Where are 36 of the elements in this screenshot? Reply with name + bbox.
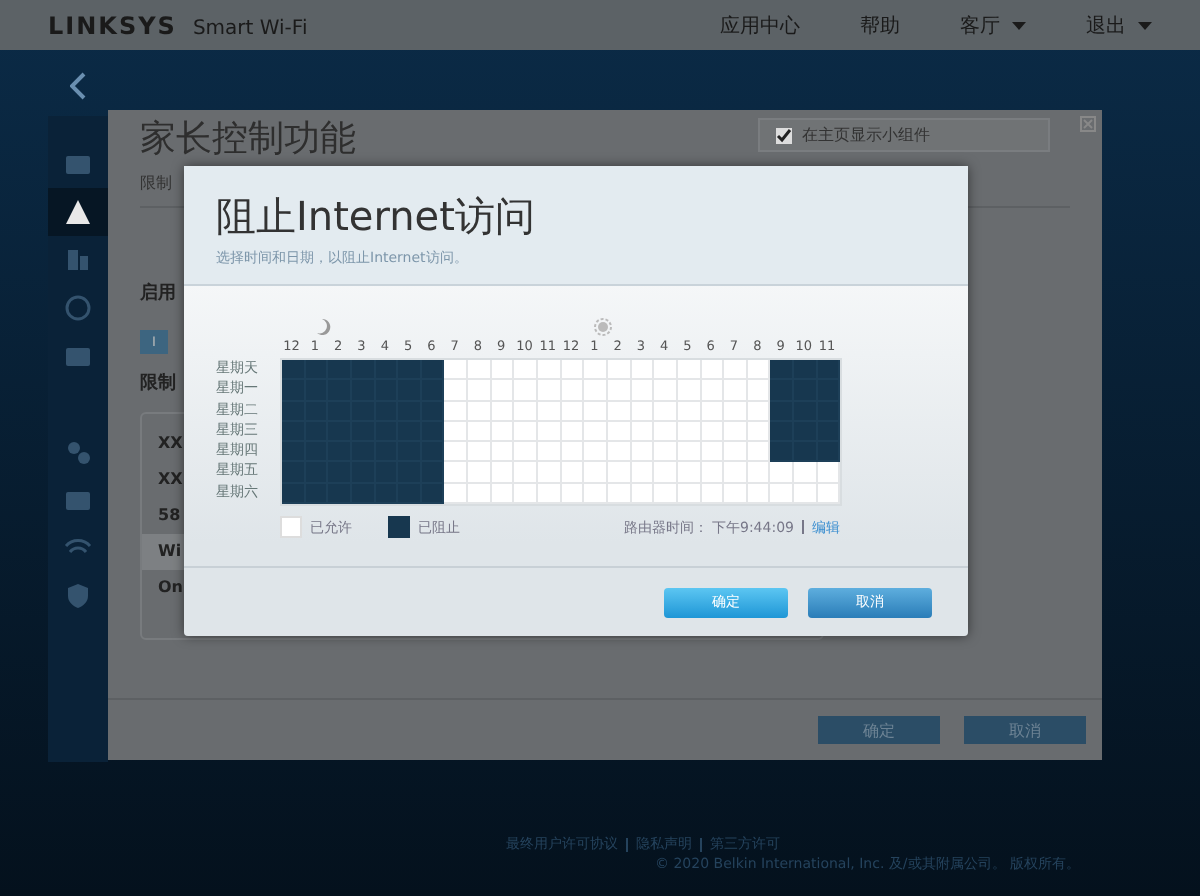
moon-icon xyxy=(316,318,332,336)
product-name: Smart Wi-Fi xyxy=(192,17,308,39)
back-icon[interactable] xyxy=(70,72,86,100)
checkbox[interactable] xyxy=(776,127,792,143)
time-slot[interactable] xyxy=(421,380,445,402)
nav-link[interactable]: 客厅 xyxy=(960,11,1000,39)
checkbox-label: 在主页显示小组件 xyxy=(802,124,930,146)
caret-icon[interactable] xyxy=(1012,21,1026,29)
sun-icon xyxy=(594,318,612,336)
dialog-subtitle: 限制 xyxy=(140,172,174,194)
section-label: 限制 xyxy=(140,371,176,396)
time-slot[interactable] xyxy=(770,442,795,463)
time-slot[interactable] xyxy=(328,483,352,505)
time-slot[interactable] xyxy=(817,442,841,463)
nav-link[interactable]: 退出 xyxy=(1086,11,1126,39)
nav-link[interactable]: 应用中心 xyxy=(720,11,800,39)
section-label: 启用 xyxy=(140,280,176,306)
time-slot[interactable] xyxy=(817,380,841,402)
time-slot[interactable] xyxy=(421,462,445,484)
dialog-title: 家长控制功能 xyxy=(140,118,356,160)
time-slot[interactable] xyxy=(282,483,306,505)
shield-icon[interactable] xyxy=(64,582,92,610)
nav-link[interactable]: 帮助 xyxy=(860,11,900,39)
close-icon[interactable] xyxy=(1080,116,1096,132)
gauge-icon[interactable] xyxy=(64,294,92,322)
warning-icon[interactable] xyxy=(64,198,92,226)
time-slot[interactable] xyxy=(421,442,445,463)
time-slot[interactable] xyxy=(817,360,841,381)
ok-button[interactable]: 确定 xyxy=(818,716,940,744)
time-slot[interactable] xyxy=(794,442,818,463)
linksys-logo: LINKSYS xyxy=(48,11,177,39)
caret-icon[interactable] xyxy=(1138,21,1152,29)
time-slot[interactable] xyxy=(421,360,445,381)
modal-title: 阻止Internet访问 xyxy=(216,190,537,244)
time-slot[interactable] xyxy=(398,483,422,505)
cancel-button[interactable]: 取消 xyxy=(964,716,1086,744)
